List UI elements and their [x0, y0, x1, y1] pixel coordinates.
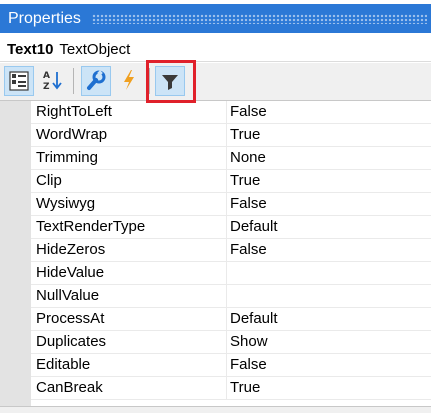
property-row[interactable]: Wysiwyg False — [31, 193, 431, 216]
column-divider — [226, 331, 227, 353]
property-value[interactable]: Default — [230, 216, 278, 238]
property-row[interactable]: NullValue — [31, 285, 431, 308]
column-divider — [226, 239, 227, 261]
categorized-button[interactable] — [4, 66, 34, 96]
column-divider — [226, 193, 227, 215]
property-value[interactable]: False — [230, 101, 267, 123]
property-name: CanBreak — [36, 379, 103, 396]
column-divider — [226, 377, 227, 399]
object-name: Text10 — [7, 41, 54, 58]
svg-text:Z: Z — [43, 82, 50, 92]
property-row[interactable]: Editable False — [31, 354, 431, 377]
property-name: TextRenderType — [36, 218, 146, 235]
column-divider — [226, 147, 227, 169]
property-name: RightToLeft — [36, 103, 112, 120]
svg-text:A: A — [43, 71, 50, 81]
column-divider — [226, 354, 227, 376]
toolbar-separator — [73, 68, 74, 94]
column-divider — [226, 262, 227, 284]
property-row[interactable]: WordWrap True — [31, 124, 431, 147]
property-value[interactable]: False — [230, 239, 267, 261]
property-name: Clip — [36, 172, 62, 189]
object-selector[interactable]: Text10 TextObject — [0, 38, 431, 62]
property-value[interactable]: True — [230, 170, 260, 192]
properties-view-button[interactable] — [81, 66, 111, 96]
property-name: NullValue — [36, 287, 100, 304]
property-row[interactable]: CanBreak True — [31, 377, 431, 400]
sort-alphabetical-icon: A Z — [38, 71, 66, 98]
property-name: Duplicates — [36, 333, 107, 350]
property-value[interactable]: Default — [230, 308, 278, 330]
property-row[interactable]: HideZeros False — [31, 239, 431, 262]
property-grid: RightToLeft False WordWrap True Trimming None… — [0, 101, 431, 406]
alphabetical-button[interactable]: A Z — [38, 66, 68, 96]
property-value[interactable]: None — [230, 147, 266, 169]
property-value[interactable]: False — [230, 354, 267, 376]
properties-panel: Properties Text10 TextObject A Z RightTo… — [0, 0, 431, 413]
property-name: HideValue — [36, 264, 105, 281]
property-name: Trimming — [36, 149, 98, 166]
column-divider — [226, 101, 227, 123]
property-row[interactable]: Trimming None — [31, 147, 431, 170]
lightning-icon — [115, 70, 143, 98]
property-name: HideZeros — [36, 241, 106, 258]
panel-title: Properties — [8, 10, 81, 27]
properties-titlebar[interactable]: Properties — [0, 4, 431, 33]
property-row[interactable]: TextRenderType Default — [31, 216, 431, 239]
property-value[interactable]: True — [230, 377, 260, 399]
column-divider — [226, 124, 227, 146]
property-row[interactable]: ProcessAt Default — [31, 308, 431, 331]
column-divider — [226, 285, 227, 307]
property-row[interactable]: HideValue — [31, 262, 431, 285]
events-button[interactable] — [115, 66, 145, 96]
property-name: ProcessAt — [36, 310, 105, 327]
grid-margin — [0, 101, 31, 406]
property-value[interactable]: Show — [230, 331, 268, 353]
property-value[interactable]: True — [230, 124, 260, 146]
property-row[interactable]: RightToLeft False — [31, 101, 431, 124]
property-name: Editable — [36, 356, 91, 373]
column-divider — [226, 216, 227, 238]
property-name: Wysiwyg — [36, 195, 96, 212]
property-row[interactable]: Duplicates Show — [31, 331, 431, 354]
filter-button-highlight — [146, 60, 196, 103]
column-divider — [226, 170, 227, 192]
property-name: WordWrap — [36, 126, 108, 143]
wrench-icon — [82, 70, 110, 99]
property-row[interactable]: Clip True — [31, 170, 431, 193]
column-divider — [226, 308, 227, 330]
titlebar-grip-pattern — [92, 14, 427, 24]
grid-bottom-edge — [0, 406, 431, 413]
categorized-icon — [5, 71, 33, 99]
properties-toolbar: A Z — [0, 63, 431, 101]
object-type: TextObject — [59, 41, 131, 58]
property-value[interactable]: False — [230, 193, 267, 215]
